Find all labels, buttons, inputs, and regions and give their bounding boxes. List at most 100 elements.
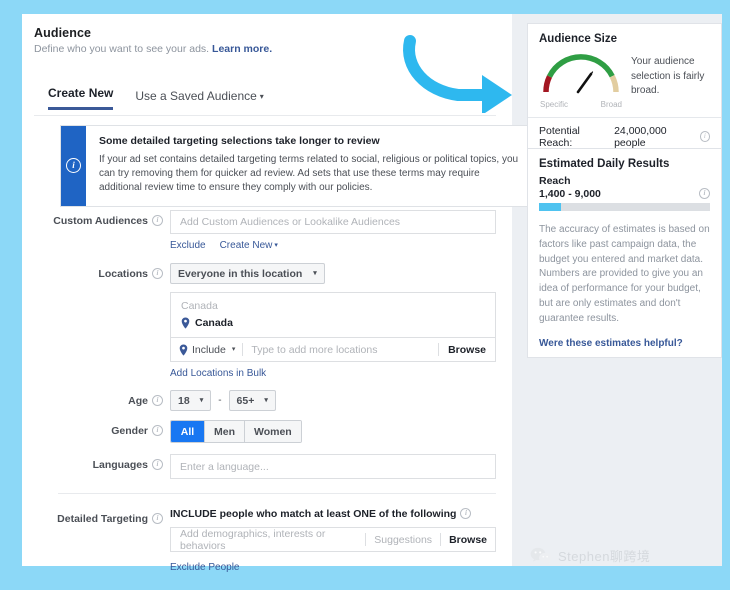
- location-chip-canada[interactable]: Canada: [171, 315, 495, 337]
- exclude-link[interactable]: Exclude: [170, 240, 206, 251]
- chevron-down-icon: ▾: [313, 269, 317, 277]
- reach-meter-fill: [539, 203, 562, 211]
- custom-audiences-input[interactable]: Add Custom Audiences or Lookalike Audien…: [170, 210, 496, 234]
- row-gender: Gender i All Men Women: [22, 420, 512, 443]
- label-gender: Gender i: [22, 420, 170, 437]
- chevron-down-icon: ▾: [264, 396, 268, 404]
- info-icon[interactable]: i: [699, 187, 710, 199]
- detailed-targeting-browse-button[interactable]: Browse: [441, 534, 495, 546]
- info-icon[interactable]: i: [152, 394, 163, 406]
- add-locations-in-bulk-link[interactable]: Add Locations in Bulk: [170, 368, 496, 379]
- notice-heading: Some detailed targeting selections take …: [99, 135, 380, 147]
- gauge-label-broad: Broad: [600, 100, 622, 109]
- age-max-select[interactable]: 65+ ▾: [228, 390, 276, 411]
- label-age: Age i: [22, 390, 170, 407]
- languages-input[interactable]: Enter a language...: [170, 454, 496, 479]
- label-locations-text: Locations: [98, 268, 148, 280]
- estimates-feedback-link[interactable]: Were these estimates helpful?: [539, 338, 710, 349]
- locations-panel: Canada Canada Include ▾ Type to add more…: [170, 292, 496, 362]
- field-age: 18 ▾ - 65+ ▾: [170, 390, 512, 411]
- info-icon: i: [66, 158, 81, 174]
- page-canvas: Audience Define who you want to see your…: [22, 14, 722, 573]
- field-detailed-targeting: INCLUDE people who match at least ONE of…: [170, 507, 512, 573]
- gauge-column: Specific Broad: [539, 50, 623, 109]
- audience-size-gauge-row: Specific Broad Your audience selection i…: [539, 50, 710, 109]
- watermark-text: Stephen聊跨境: [558, 549, 651, 564]
- audience-form-panel: Audience Define who you want to see your…: [22, 14, 535, 573]
- info-icon[interactable]: i: [152, 214, 163, 226]
- detailed-targeting-input[interactable]: Add demographics, interests or behaviors: [171, 528, 365, 552]
- notice-accent-strip: i: [61, 126, 86, 206]
- age-min-select[interactable]: 18 ▾: [170, 390, 212, 411]
- page-title: Audience: [34, 26, 92, 40]
- screenshot-root: Audience Define who you want to see your…: [0, 0, 730, 590]
- chevron-down-icon: ▾: [231, 345, 236, 353]
- audience-size-summary: Your audience selection is fairly broad.: [631, 56, 705, 96]
- reach-metric-label: Reach: [539, 175, 571, 187]
- info-icon[interactable]: i: [152, 458, 163, 470]
- tab-create-new[interactable]: Create New: [48, 86, 114, 110]
- field-languages: Enter a language...: [170, 454, 512, 479]
- estimated-daily-results-card: Estimated Daily Results Reach 1,400 - 9,…: [527, 148, 722, 358]
- age-min-value: 18: [178, 394, 190, 407]
- exclude-people-link[interactable]: Exclude People: [170, 562, 496, 573]
- info-icon[interactable]: i: [699, 130, 710, 142]
- location-pin-icon: [179, 344, 188, 355]
- detailed-targeting-suggestions-button[interactable]: Suggestions: [366, 534, 440, 546]
- tabs-divider: [34, 115, 496, 116]
- locations-browse-button[interactable]: Browse: [439, 344, 495, 356]
- gauge-axis-labels: Specific Broad: [539, 100, 623, 109]
- create-new-link-label: Create New: [219, 240, 273, 251]
- age-range-separator: -: [218, 395, 222, 406]
- label-custom-audiences-text: Custom Audiences: [53, 215, 148, 227]
- location-pin-icon: [181, 317, 190, 329]
- notice-body: Some detailed targeting selections take …: [86, 126, 534, 206]
- info-icon[interactable]: i: [152, 512, 163, 524]
- locations-scope-select[interactable]: Everyone in this location ▾: [170, 263, 325, 284]
- info-icon[interactable]: i: [152, 424, 163, 436]
- locations-group-header: Canada: [181, 300, 218, 312]
- info-icon[interactable]: i: [152, 267, 163, 279]
- estimates-disclaimer: The accuracy of estimates is based on fa…: [539, 224, 710, 324]
- label-gender-text: Gender: [111, 425, 148, 437]
- gender-option-women[interactable]: Women: [245, 421, 301, 442]
- notice-text: If your ad set contains detailed targeti…: [99, 154, 519, 194]
- estimated-daily-results-content: Estimated Daily Results Reach 1,400 - 9,…: [528, 149, 721, 357]
- chevron-down-icon: ▾: [259, 92, 264, 101]
- detailed-targeting-search-box: Add demographics, interests or behaviors…: [170, 527, 496, 552]
- locations-scope-select-value: Everyone in this location: [178, 267, 303, 280]
- info-icon[interactable]: i: [460, 507, 472, 519]
- age-max-value: 65+: [236, 394, 255, 407]
- gender-option-men[interactable]: Men: [205, 421, 245, 442]
- reach-metric-row: 1,400 - 9,000 i: [539, 187, 710, 200]
- field-locations: Everyone in this location ▾ Canada Canada: [170, 263, 512, 379]
- audience-size-title: Audience Size: [539, 33, 617, 45]
- label-detailed-targeting-text: Detailed Targeting: [57, 513, 148, 525]
- potential-reach-label: Potential Reach:: [539, 125, 580, 149]
- watermark: Stephen聊跨境: [530, 546, 650, 565]
- create-new-link[interactable]: Create New ▾: [220, 240, 278, 251]
- label-languages-text: Languages: [92, 459, 148, 471]
- section-divider: [58, 493, 496, 494]
- reach-metric-range: 1,400 - 9,000: [539, 188, 601, 200]
- age-range-controls: 18 ▾ - 65+ ▾: [170, 390, 496, 411]
- row-age: Age i 18 ▾ - 65+ ▾: [22, 390, 512, 411]
- row-locations: Locations i Everyone in this location ▾ Ca…: [22, 263, 512, 379]
- targeting-review-notice: i Some detailed targeting selections tak…: [60, 125, 535, 207]
- audience-size-content: Audience Size Specific Broad Your audien…: [528, 24, 721, 117]
- tab-use-saved-audience[interactable]: Use a Saved Audience ▾: [135, 89, 263, 110]
- tab-create-new-label: Create New: [48, 86, 114, 100]
- locations-search-input[interactable]: Type to add more locations: [243, 344, 438, 356]
- label-languages: Languages i: [22, 454, 170, 471]
- page-subtitle: Define who you want to see your ads. Lea…: [34, 43, 494, 55]
- location-chip-label: Canada: [195, 317, 233, 329]
- locations-include-select[interactable]: Include ▾: [171, 344, 242, 356]
- chevron-down-icon: ▾: [199, 396, 204, 404]
- gender-segmented-control: All Men Women: [170, 420, 302, 443]
- learn-more-link[interactable]: Learn more.: [212, 43, 272, 55]
- detailed-targeting-include-label: INCLUDE people who match at least ONE of…: [170, 508, 457, 520]
- gender-option-all[interactable]: All: [171, 421, 205, 442]
- audience-size-gauge: [543, 54, 619, 94]
- locations-add-bar: Include ▾ Type to add more locations Bro…: [171, 337, 495, 361]
- field-custom-audiences: Add Custom Audiences or Lookalike Audien…: [170, 210, 512, 251]
